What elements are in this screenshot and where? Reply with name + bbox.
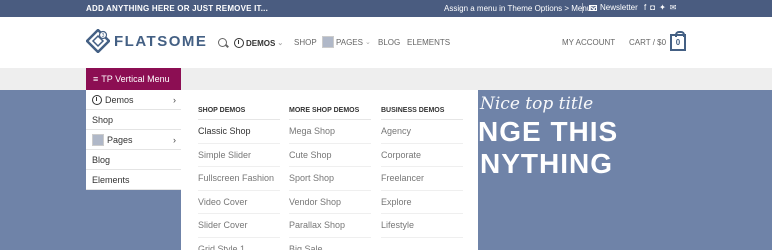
mega-menu-link[interactable]: Slider Cover: [198, 214, 280, 238]
mega-menu-link[interactable]: Simple Slider: [198, 144, 280, 167]
vertical-menu-dropdown: Demos › Shop Pages › Blog Elements: [86, 90, 181, 190]
nav-item-elements[interactable]: ELEMENTS: [407, 38, 450, 47]
mega-menu-link[interactable]: Explore: [381, 191, 463, 214]
chevron-right-icon: ›: [173, 94, 176, 105]
nav-item-pages[interactable]: PAGES ⌄: [322, 36, 371, 48]
vertical-menu-item-label: Shop: [92, 114, 114, 125]
mega-menu-column-shop-demos: SHOP DEMOS Classic Shop Simple Slider Fu…: [198, 107, 280, 250]
top-bar: ADD ANYTHING HERE OR JUST REMOVE IT... A…: [0, 0, 772, 17]
mega-menu-link[interactable]: Sport Shop: [289, 167, 371, 191]
social-icons: f ◘ ✦ ✉: [644, 3, 676, 12]
instagram-icon[interactable]: ◘: [650, 3, 655, 12]
hero-title-line1: NGE THIS: [478, 116, 619, 147]
email-icon[interactable]: ✉: [670, 3, 677, 12]
demos-mega-menu: SHOP DEMOS Classic Shop Simple Slider Fu…: [181, 90, 478, 250]
mega-menu-link[interactable]: Video Cover: [198, 191, 280, 214]
nav-item-shop[interactable]: SHOP: [294, 38, 317, 47]
newsletter-link[interactable]: Newsletter: [589, 3, 638, 12]
logo[interactable]: 3 FLATSOME: [86, 29, 207, 53]
search-icon[interactable]: [218, 38, 227, 47]
clock-icon: [92, 94, 102, 105]
mega-menu-link[interactable]: Grid Style 1: [198, 238, 280, 250]
chevron-down-icon: ⌄: [277, 40, 284, 47]
envelope-icon: [589, 4, 597, 11]
vertical-menu-item-elements[interactable]: Elements: [86, 170, 181, 190]
svg-text:3: 3: [102, 33, 105, 39]
column-heading: BUSINESS DEMOS: [381, 107, 463, 120]
nav-item-demos[interactable]: DEMOS ⌄: [234, 38, 283, 48]
mega-menu-link[interactable]: Agency: [381, 120, 463, 144]
mega-menu-link[interactable]: Fullscreen Fashion: [198, 167, 280, 191]
chevron-right-icon: ›: [173, 134, 176, 145]
vertical-menu-item-demos[interactable]: Demos ›: [86, 90, 181, 110]
chevron-down-icon: ⌄: [364, 39, 371, 46]
vertical-menu-item-label: Pages: [107, 134, 133, 145]
mega-menu-link[interactable]: Mega Shop: [289, 120, 371, 144]
my-account-link[interactable]: MY ACCOUNT: [562, 38, 615, 47]
mega-menu-link[interactable]: Lifestyle: [381, 214, 463, 238]
vertical-menu-item-label: Blog: [92, 154, 111, 165]
top-bar-divider: [582, 3, 583, 13]
nav-demos-label: DEMOS: [246, 38, 276, 48]
top-bar-promo-text: ADD ANYTHING HERE OR JUST REMOVE IT...: [86, 4, 268, 13]
hamburger-icon: ≡: [93, 74, 99, 84]
pages-thumbnail-icon: [322, 36, 334, 48]
site-header: 3 FLATSOME DEMOS ⌄ SHOP PAGES ⌄ BLOG ELE…: [0, 17, 772, 68]
column-heading: SHOP DEMOS: [198, 107, 280, 120]
mega-menu-column-more-shop-demos: MORE SHOP DEMOS Mega Shop Cute Shop Spor…: [289, 107, 371, 250]
vertical-menu-label: TP Vertical Menu: [101, 74, 170, 84]
hero-title-line2: NYTHING: [480, 148, 613, 179]
vertical-menu-button[interactable]: ≡ TP Vertical Menu: [86, 68, 181, 90]
mega-menu-link[interactable]: Parallax Shop: [289, 214, 371, 238]
vertical-menu-item-pages[interactable]: Pages ›: [86, 130, 181, 150]
mega-menu-link[interactable]: Vendor Shop: [289, 191, 371, 214]
hero-subtitle: Nice top title: [480, 94, 594, 114]
vertical-menu-item-shop[interactable]: Shop: [86, 110, 181, 130]
cart-icon[interactable]: 0: [670, 31, 686, 51]
mega-menu-link[interactable]: Freelancer: [381, 167, 463, 191]
pages-thumbnail-icon: [92, 133, 104, 146]
assign-menu-link[interactable]: Assign a menu in Theme Options > Menus: [444, 4, 595, 13]
logo-text: FLATSOME: [114, 32, 208, 50]
logo-icon: 3: [86, 29, 110, 53]
nav-item-blog[interactable]: BLOG: [378, 38, 400, 47]
vertical-menu-item-label: Elements: [92, 174, 130, 185]
mega-menu-link[interactable]: Cute Shop: [289, 144, 371, 167]
clock-icon: [234, 38, 244, 48]
cart-link[interactable]: CART / $0: [629, 38, 666, 47]
vertical-menu-item-label: Demos: [105, 94, 134, 105]
nav-pages-label: PAGES: [336, 37, 363, 47]
facebook-icon[interactable]: f: [644, 3, 646, 12]
vertical-menu-item-blog[interactable]: Blog: [86, 150, 181, 170]
mega-menu-link[interactable]: Big Sale: [289, 238, 371, 250]
newsletter-label: Newsletter: [600, 3, 638, 12]
mega-menu-column-business-demos: BUSINESS DEMOS Agency Corporate Freelanc…: [381, 107, 463, 238]
column-heading: MORE SHOP DEMOS: [289, 107, 371, 120]
mega-menu-link[interactable]: Corporate: [381, 144, 463, 167]
mega-menu-link[interactable]: Classic Shop: [198, 120, 280, 144]
twitter-icon[interactable]: ✦: [659, 3, 666, 12]
